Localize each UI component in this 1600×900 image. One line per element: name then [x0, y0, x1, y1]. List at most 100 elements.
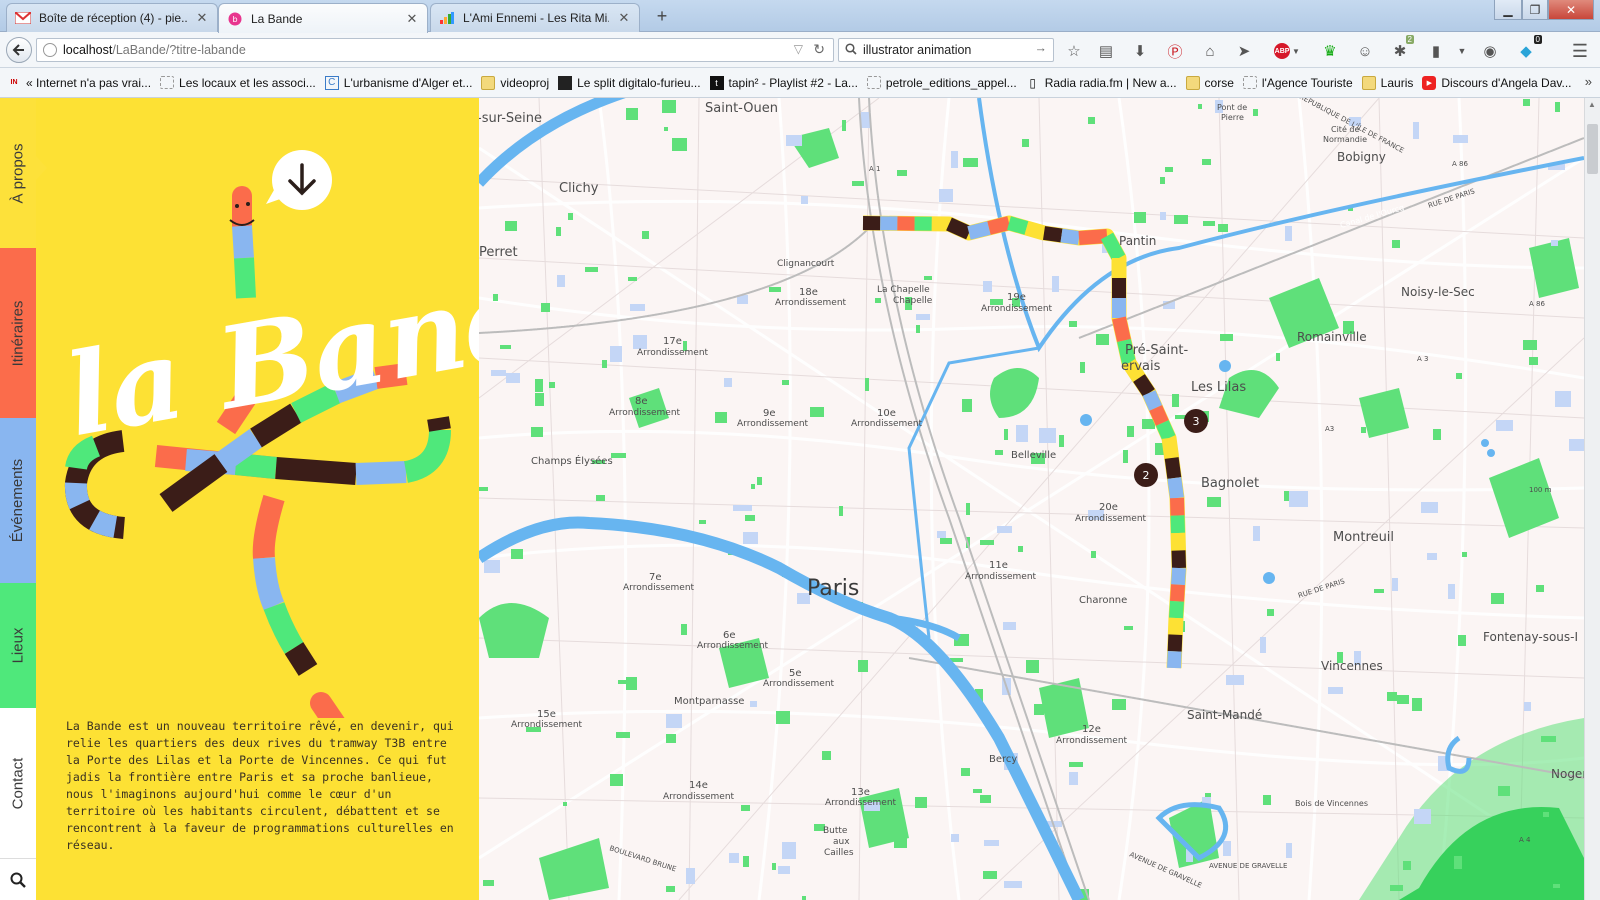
route-segment — [946, 217, 972, 240]
nav-tab-itineraires[interactable]: Itinéraires — [0, 248, 36, 418]
menu-icon[interactable]: ☰ — [1570, 41, 1590, 61]
bookmarks-overflow-icon[interactable]: » — [1585, 74, 1592, 89]
label-clignancourt: Clignancourt — [777, 259, 835, 269]
map-canvas[interactable]: 2 3 Saint-Ouen -sur-Seine Clichy Perret … — [479, 98, 1584, 900]
back-button[interactable] — [6, 37, 32, 63]
green-block — [1498, 786, 1510, 796]
green-block — [1004, 429, 1008, 440]
map-view[interactable]: 2 3 Saint-Ouen -sur-Seine Clichy Perret … — [479, 98, 1584, 900]
side-navigation: À propos Itinéraires Événements Lieux Co… — [0, 98, 36, 900]
building-block — [1286, 843, 1292, 858]
chat-icon[interactable]: ☺ — [1355, 41, 1375, 61]
folder-icon — [481, 75, 496, 90]
minimize-button[interactable]: ▁ — [1494, 0, 1522, 20]
green-block — [822, 751, 831, 760]
bookmark-item[interactable]: t tapin² - Playlist #2 - La... — [707, 75, 864, 90]
bookmark-item[interactable]: l'Agence Touriste — [1240, 76, 1359, 90]
label-gervais: ervais — [1121, 359, 1161, 374]
adblock-icon[interactable]: ABP ▼ — [1270, 41, 1304, 61]
home-icon[interactable]: ⌂ — [1200, 41, 1220, 61]
route-segment — [1155, 420, 1176, 441]
label-arrondissement: Arrondissement — [1075, 514, 1147, 524]
building-block — [491, 370, 506, 376]
logo-text: la Bande — [57, 237, 479, 462]
label-bercy: Bercy — [989, 754, 1017, 765]
route-segment — [1171, 550, 1186, 569]
green-block — [1203, 221, 1215, 226]
search-bar[interactable]: illustrator animation → — [838, 38, 1054, 62]
send-icon[interactable]: ➤ — [1234, 41, 1254, 61]
label-champs-elysees: Champs Élysées — [531, 454, 613, 467]
green-block — [1523, 340, 1537, 350]
bookmark-item[interactable]: videoproj — [478, 75, 555, 90]
bookmark-item[interactable]: IN « Internet n'a pas vrai... — [4, 76, 157, 90]
scroll-up-icon[interactable]: ▲ — [1588, 100, 1596, 109]
youtube-icon: ▶ — [1422, 75, 1437, 90]
tab-la-bande[interactable]: b La Bande ✕ — [218, 3, 428, 33]
nav-tab-evenements[interactable]: Événements — [0, 418, 36, 583]
scrollbar[interactable]: ▲ — [1584, 98, 1600, 900]
route-segment — [1167, 634, 1183, 652]
nav-tab-lieux[interactable]: Lieux — [0, 583, 36, 708]
green-block — [1172, 394, 1179, 407]
close-window-button[interactable]: ✕ — [1548, 0, 1594, 20]
building-block — [484, 560, 500, 573]
tab-close-icon[interactable]: ✕ — [195, 10, 209, 26]
sync-icon[interactable]: ✱ 2 — [1390, 35, 1414, 61]
bookmark-item[interactable]: petrole_editions_appel... — [864, 76, 1023, 90]
green-block — [1555, 102, 1560, 112]
pinterest-icon[interactable]: Ⓟ — [1165, 41, 1185, 61]
url-bar[interactable]: localhost/LaBande/?titre-labande ▽ ↻ — [36, 38, 834, 62]
extension-crown-icon[interactable]: ♛ — [1320, 41, 1340, 61]
search-input[interactable]: illustrator animation — [863, 43, 971, 57]
scroll-thumb[interactable] — [1587, 124, 1598, 174]
map-marker-3[interactable]: 3 — [1184, 409, 1208, 433]
extension-circle-icon[interactable]: ◉ — [1480, 41, 1500, 61]
label-arrondissement: Arrondissement — [697, 641, 769, 651]
label-arrondissement: Arrondissement — [825, 798, 897, 808]
nav-tab-a-propos[interactable]: À propos — [0, 98, 36, 248]
bookmark-item[interactable]: ▯ Radia radia.fm | New a... — [1023, 76, 1183, 90]
nav-tab-contact[interactable]: Contact — [0, 708, 36, 858]
label-arrondissement: Arrondissement — [981, 304, 1053, 314]
map-marker-2[interactable]: 2 — [1134, 463, 1158, 487]
tab-close-icon[interactable]: ✕ — [617, 10, 631, 26]
green-block — [966, 503, 970, 515]
label-bois-vincennes: Bois de Vincennes — [1295, 799, 1368, 808]
label-a86b: A 86 — [1529, 300, 1545, 308]
tab-gmail[interactable]: Boîte de réception (4) - pie... ✕ — [6, 3, 218, 32]
bookmark-star-icon[interactable]: ☆ — [1064, 41, 1084, 61]
building-block — [801, 196, 808, 204]
search-go-icon[interactable]: → — [1035, 41, 1048, 55]
bookmark-item[interactable]: corse — [1183, 75, 1240, 90]
maximize-button[interactable]: ❐ — [1522, 0, 1548, 20]
label-arr17: 17e — [663, 336, 682, 347]
notification-icon[interactable]: ◆ 0 — [1516, 35, 1542, 61]
building-block — [1223, 841, 1231, 856]
label-saint-mande: Saint-Mandé — [1187, 708, 1262, 722]
green-block — [973, 789, 982, 793]
bookmark-item[interactable]: Les locaux et les associ... — [157, 76, 322, 90]
download-icon[interactable]: ⬇ — [1130, 41, 1150, 61]
building-block — [782, 842, 796, 859]
bookmark-item[interactable]: ▶ Discours d'Angela Dav... — [1419, 75, 1577, 90]
bookmark-item[interactable]: Le split digitalo-furieu... — [555, 75, 706, 90]
label-arrondissement: Arrondissement — [763, 679, 835, 689]
bookmark-item[interactable]: C L'urbanisme d'Alger et... — [322, 75, 479, 90]
scroll-down-bubble[interactable] — [266, 150, 332, 210]
dropdown-arrow-icon[interactable]: ▽ — [794, 42, 803, 56]
clipboard-icon[interactable]: ▮ — [1426, 41, 1446, 61]
tab-close-icon[interactable]: ✕ — [405, 11, 419, 27]
reload-icon[interactable]: ↻ — [813, 41, 825, 58]
dropdown-icon[interactable]: ▼ — [1452, 41, 1472, 61]
new-tab-button[interactable]: + — [650, 6, 674, 27]
bookmark-item[interactable]: Lauris — [1359, 75, 1420, 90]
building-block — [557, 275, 565, 287]
green-block — [1253, 109, 1258, 116]
green-block — [1361, 427, 1366, 433]
search-button[interactable] — [0, 858, 36, 900]
reading-list-icon[interactable]: ▤ — [1096, 41, 1116, 61]
bookmark-label: Lauris — [1380, 75, 1414, 90]
tab-ami-ennemi[interactable]: L'Ami Ennemi - Les Rita Mi... ✕ — [430, 3, 640, 32]
label-arrondissement: Arrondissement — [637, 348, 709, 358]
